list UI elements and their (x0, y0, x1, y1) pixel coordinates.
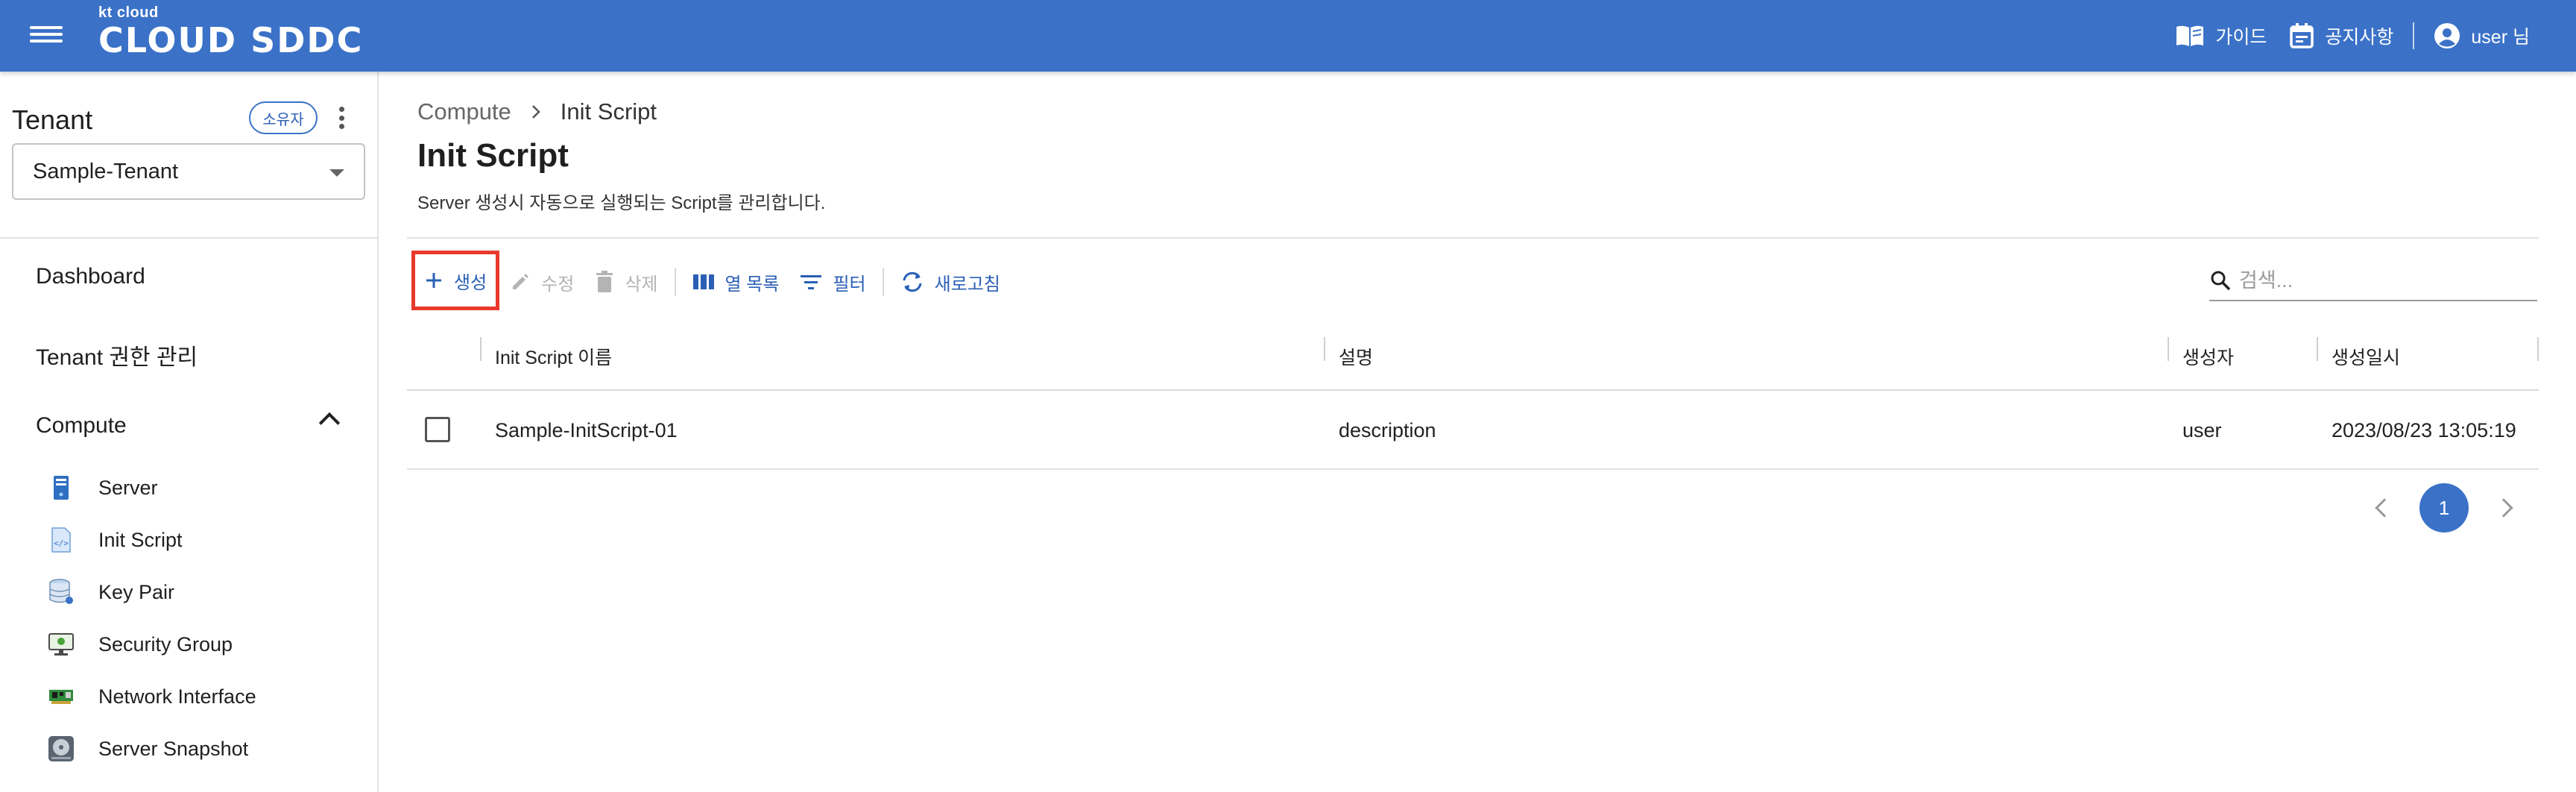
chevron-up-icon[interactable] (318, 412, 341, 434)
toolbar-divider (674, 268, 676, 296)
user-menu[interactable]: user 님 (2434, 22, 2530, 49)
network-card-icon (45, 680, 78, 713)
table-row[interactable]: Sample-InitScript-01 description user 20… (407, 391, 2539, 470)
logo-subtitle: kt cloud (98, 4, 159, 21)
column-separator (2537, 337, 2539, 361)
chevron-right-icon[interactable] (2494, 498, 2513, 518)
breadcrumb-compute[interactable]: Compute (417, 98, 511, 125)
monitor-icon (45, 628, 78, 661)
create-button[interactable]: 생성 (411, 251, 500, 310)
column-separator (1324, 337, 1325, 361)
cell-description: description (1339, 418, 1436, 441)
filter-label: 필터 (833, 274, 866, 295)
top-header: kt cloud CLOUD SDDC 가이드 공지사항 user 님 (0, 0, 2576, 72)
notice-label: 공지사항 (2325, 27, 2394, 48)
sidebar-item-server-snapshot[interactable]: Server Snapshot (45, 732, 248, 765)
content-divider (407, 237, 2539, 239)
cell-creator: user (2182, 418, 2222, 441)
refresh-label: 새로고침 (934, 274, 1000, 295)
breadcrumb: Compute Init Script (417, 98, 657, 125)
hamburger-menu-icon[interactable] (30, 22, 63, 49)
column-separator (2317, 337, 2318, 361)
search-input[interactable] (2239, 268, 2522, 292)
search-box[interactable] (2209, 261, 2537, 301)
sidebar-item-label: Init Script (98, 528, 183, 551)
tenant-select-value: Sample-Tenant (33, 159, 179, 183)
sidebar-item-compute[interactable]: Compute (36, 413, 127, 439)
logo-title: CLOUD SDDC (98, 20, 364, 60)
dropdown-arrow-icon (329, 169, 344, 177)
user-label: user 님 (2471, 27, 2530, 48)
filter-icon (801, 275, 822, 289)
column-separator (480, 337, 482, 361)
sidebar-item-label: Security Group (98, 632, 233, 656)
sidebar-divider (0, 237, 377, 239)
trash-icon (596, 271, 613, 292)
column-header-creator[interactable]: 생성자 (2182, 322, 2234, 391)
page-number-button[interactable]: 1 (2419, 483, 2469, 532)
script-file-icon: </> (45, 524, 78, 556)
guide-link[interactable]: 가이드 (2175, 22, 2267, 49)
header-actions: 가이드 공지사항 user 님 (2175, 19, 2530, 52)
view-columns-icon (692, 274, 714, 289)
chevron-right-icon (531, 105, 540, 119)
column-header-name[interactable]: Init Script 이름 (495, 322, 612, 391)
notice-link[interactable]: 공지사항 (2289, 22, 2393, 49)
brand-logo[interactable]: kt cloud CLOUD SDDC (98, 4, 363, 60)
table-header: Init Script 이름 설명 생성자 생성일시 (407, 322, 2539, 391)
edit-label: 수정 (541, 274, 575, 295)
calendar-icon (2290, 23, 2314, 48)
filter-button[interactable]: 필터 (789, 255, 876, 309)
page-title: Init Script (417, 137, 569, 174)
sidebar-item-server[interactable]: Server (45, 471, 158, 504)
delete-label: 삭제 (625, 274, 658, 295)
sidebar-item-init-script[interactable]: </> Init Script (45, 524, 183, 556)
pencil-icon (513, 274, 529, 289)
column-header-description[interactable]: 설명 (1339, 322, 1373, 391)
columns-label: 열 목록 (724, 274, 780, 295)
svg-text:</>: </> (54, 538, 69, 548)
sidebar: Tenant 소유자 Sample-Tenant Dashboard Tenan… (0, 72, 379, 792)
toolbar: 생성 수정 삭제 열 목록 필터 새로고침 (411, 251, 1011, 310)
page-description: Server 생성시 자동으로 실행되는 Script를 관리합니다. (417, 193, 826, 213)
sidebar-item-dashboard[interactable]: Dashboard (36, 264, 145, 289)
column-header-created-at[interactable]: 생성일시 (2332, 322, 2400, 391)
edit-button[interactable]: 수정 (499, 255, 584, 309)
sidebar-item-label: Network Interface (98, 685, 256, 708)
owner-badge: 소유자 (249, 101, 318, 134)
header-divider (2413, 22, 2415, 49)
account-circle-icon (2434, 23, 2460, 48)
columns-button[interactable]: 열 목록 (682, 255, 790, 309)
delete-button[interactable]: 삭제 (584, 255, 668, 309)
create-label: 생성 (454, 272, 487, 293)
more-vert-icon[interactable] (334, 104, 349, 131)
sidebar-item-security-group[interactable]: Security Group (45, 628, 233, 661)
tenant-title: Tenant (12, 104, 93, 135)
chevron-left-icon[interactable] (2375, 498, 2394, 518)
sidebar-item-label: Server (98, 476, 158, 499)
row-checkbox[interactable] (425, 417, 450, 442)
sidebar-item-key-pair[interactable]: Key Pair (45, 576, 174, 609)
sidebar-item-tenant-permissions[interactable]: Tenant 권한 관리 (36, 339, 198, 371)
search-icon (2211, 271, 2231, 291)
cell-name: Sample-InitScript-01 (495, 418, 678, 441)
book-icon (2176, 25, 2204, 46)
disk-drive-icon (45, 732, 78, 765)
toolbar-divider (882, 268, 884, 296)
refresh-button[interactable]: 새로고침 (890, 255, 1011, 309)
column-separator (2168, 337, 2169, 361)
server-icon (45, 471, 78, 504)
guide-label: 가이드 (2215, 27, 2267, 48)
sidebar-item-label: Key Pair (98, 580, 175, 603)
plus-icon (426, 273, 441, 288)
sidebar-item-network-interface[interactable]: Network Interface (45, 680, 256, 713)
cell-created-at: 2023/08/23 13:05:19 (2332, 418, 2516, 441)
tenant-select[interactable]: Sample-Tenant (12, 143, 365, 200)
breadcrumb-current: Init Script (560, 98, 657, 125)
sidebar-item-label: Server Snapshot (98, 737, 249, 760)
pagination: 1 (2375, 483, 2513, 532)
refresh-icon (903, 271, 922, 292)
database-key-icon (45, 576, 78, 609)
